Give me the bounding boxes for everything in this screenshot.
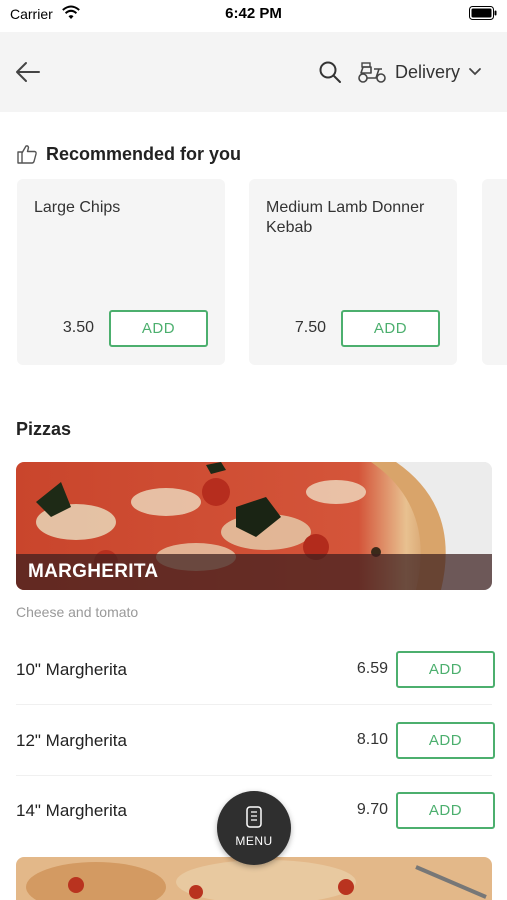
recommended-item-name: Large Chips bbox=[34, 199, 121, 216]
recommended-title: Recommended for you bbox=[46, 143, 242, 164]
menu-item-name: 10" Margherita bbox=[16, 660, 127, 679]
add-button[interactable]: ADD bbox=[341, 310, 440, 347]
category-banner[interactable]: MARGHERITA bbox=[16, 462, 492, 590]
thumbs-up-icon bbox=[17, 145, 37, 164]
category-title: Pizzas bbox=[16, 419, 72, 439]
scooter-icon bbox=[358, 62, 386, 83]
recommended-card[interactable]: Large Chips 3.50 ADD bbox=[17, 179, 225, 365]
category-description: Cheese and tomato bbox=[16, 604, 139, 620]
chevron-down-icon bbox=[469, 68, 481, 76]
recommended-item-price: 3.50 bbox=[62, 319, 94, 336]
menu-button-label: MENU bbox=[235, 834, 273, 848]
delivery-label: Delivery bbox=[395, 61, 461, 82]
menu-button[interactable]: MENU bbox=[217, 791, 291, 865]
menu-item-row[interactable]: 10" Margherita 6.59 ADD bbox=[16, 635, 495, 705]
delivery-toggle[interactable]: Delivery bbox=[357, 54, 482, 90]
add-button[interactable]: ADD bbox=[396, 792, 495, 829]
recommended-item-price: 7.50 bbox=[294, 319, 326, 336]
add-button[interactable]: ADD bbox=[396, 651, 495, 688]
menu-item-price: 8.10 bbox=[356, 731, 388, 748]
add-button[interactable]: ADD bbox=[109, 310, 208, 347]
menu-item-name: 14" Margherita bbox=[16, 801, 127, 820]
banner-label: MARGHERITA bbox=[28, 561, 159, 582]
recommended-heading: Recommended for you bbox=[16, 143, 241, 165]
menu-item-price: 6.59 bbox=[356, 660, 388, 677]
add-button[interactable]: ADD bbox=[396, 722, 495, 759]
header: Delivery bbox=[0, 32, 507, 112]
recommended-card-peek[interactable] bbox=[482, 179, 507, 365]
menu-item-name: 12" Margherita bbox=[16, 731, 127, 750]
menu-item-price: 9.70 bbox=[356, 801, 388, 818]
recommended-card[interactable]: Medium Lamb Donner Kebab 7.50 ADD bbox=[249, 179, 457, 365]
menu-card-icon bbox=[246, 806, 262, 828]
recommended-item-name: Medium Lamb Donner Kebab bbox=[266, 199, 425, 236]
search-icon[interactable] bbox=[318, 60, 342, 84]
status-bar: Carrier 6:42 PM bbox=[0, 0, 507, 30]
back-arrow-icon[interactable] bbox=[14, 58, 42, 86]
menu-item-row[interactable]: 12" Margherita 8.10 ADD bbox=[16, 706, 495, 776]
battery-icon bbox=[469, 6, 497, 20]
clock: 6:42 PM bbox=[225, 5, 282, 22]
